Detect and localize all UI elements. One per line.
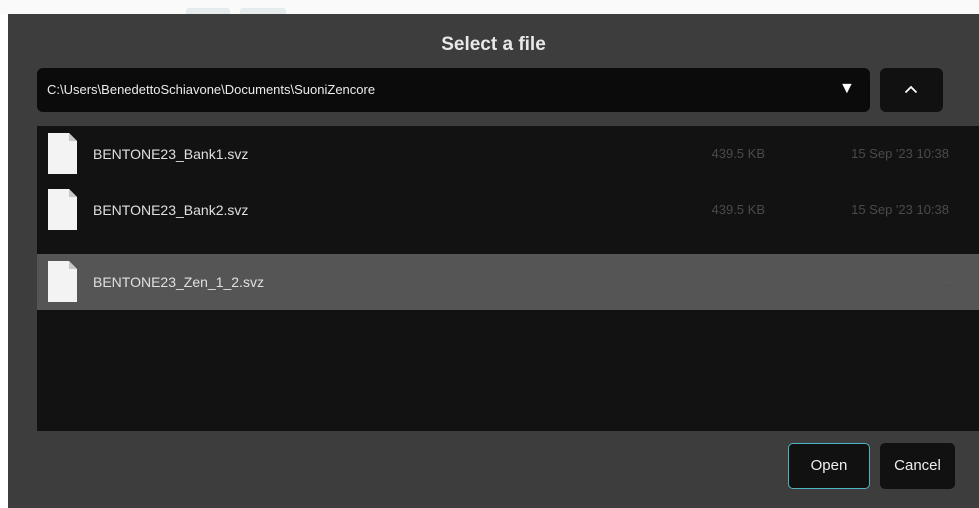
file-row[interactable]: BENTONE23_Bank1.svz 439.5 KB 15 Sep '23 … bbox=[37, 126, 979, 182]
path-dropdown[interactable]: C:\Users\BenedettoSchiavone\Documents\Su… bbox=[37, 68, 870, 112]
background-app-strip bbox=[0, 0, 979, 14]
chevron-up-icon bbox=[904, 85, 918, 94]
path-value: C:\Users\BenedettoSchiavone\Documents\Su… bbox=[47, 82, 376, 97]
triangle-down-icon[interactable]: ▼ bbox=[839, 79, 855, 99]
file-icon bbox=[48, 133, 77, 174]
open-button[interactable]: Open bbox=[788, 443, 870, 489]
file-list[interactable]: BENTONE23_Bank1.svz 439.5 KB 15 Sep '23 … bbox=[37, 126, 979, 431]
file-name: BENTONE23_Bank2.svz bbox=[93, 202, 249, 218]
file-size: 439.5 KB bbox=[711, 146, 766, 161]
file-date: - bbox=[944, 274, 949, 289]
file-date: 15 Sep '23 10:38 bbox=[851, 202, 949, 217]
file-icon bbox=[48, 189, 77, 230]
file-row[interactable]: BENTONE23_Bank2.svz 439.5 KB 15 Sep '23 … bbox=[37, 182, 979, 238]
cancel-button[interactable]: Cancel bbox=[880, 443, 955, 489]
dialog-title: Select a file bbox=[441, 34, 546, 55]
file-date: 15 Sep '23 10:38 bbox=[851, 146, 949, 161]
file-name: BENTONE23_Bank1.svz bbox=[93, 146, 249, 162]
file-row-selected[interactable]: BENTONE23_Zen_1_2.svz - bbox=[37, 254, 979, 310]
file-icon bbox=[48, 261, 77, 302]
file-size: 439.5 KB bbox=[711, 202, 766, 217]
file-name: BENTONE23_Zen_1_2.svz bbox=[93, 274, 264, 290]
file-select-dialog: Select a file C:\Users\BenedettoSchiavon… bbox=[8, 14, 979, 508]
parent-folder-button[interactable] bbox=[880, 68, 943, 112]
